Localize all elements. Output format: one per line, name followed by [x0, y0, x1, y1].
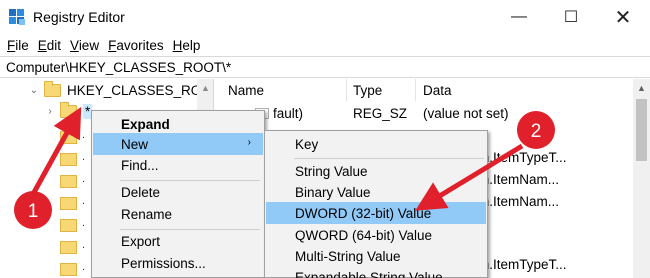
folder-icon	[60, 263, 77, 276]
submenu-item-binary-value[interactable]: Binary Value	[266, 181, 486, 203]
menu-file[interactable]: File	[7, 38, 29, 53]
submenu-item-qword-value[interactable]: QWORD (64-bit) Value	[266, 224, 486, 246]
menu-item-new[interactable]: New ›	[93, 133, 263, 155]
folder-icon	[60, 131, 77, 144]
folder-icon	[44, 80, 61, 97]
menu-bar: File Edit View Favorites Help	[0, 34, 650, 56]
value-type: REG_SZ	[353, 106, 408, 121]
folder-icon	[60, 197, 77, 210]
menu-help[interactable]: Help	[173, 38, 201, 53]
menu-item-label: New	[121, 136, 149, 152]
new-submenu: Key String Value Binary Value DWORD (32-…	[264, 130, 488, 278]
value-data: m.ItemNam...	[478, 172, 560, 187]
column-divider[interactable]	[415, 79, 416, 101]
tree-item-label: .	[82, 195, 86, 207]
context-menu: Expand New › Find... Delete Rename Expor…	[91, 110, 265, 278]
column-divider[interactable]	[346, 79, 347, 101]
submenu-item-dword-value[interactable]: DWORD (32-bit) Value	[266, 202, 486, 224]
tree-item-label: .	[82, 151, 86, 163]
tree-item-label: .	[82, 217, 86, 229]
value-data: m.ItemNam...	[478, 194, 560, 209]
title-bar: Registry Editor — ☐ ✕	[0, 0, 650, 34]
submenu-arrow-icon: ›	[247, 137, 251, 148]
menu-item-rename[interactable]: Rename	[93, 203, 263, 225]
minimize-button[interactable]: —	[496, 0, 542, 34]
collapse-icon[interactable]: ⌄	[28, 85, 40, 96]
scroll-up-icon[interactable]: ▲	[201, 83, 210, 93]
column-header-name[interactable]: Name	[228, 79, 264, 101]
tree-item-asterisk[interactable]: › *	[44, 100, 93, 122]
value-name: fault)	[273, 106, 304, 121]
menu-item-permissions[interactable]: Permissions...	[93, 252, 263, 274]
menu-edit[interactable]: Edit	[38, 38, 61, 53]
values-scrollbar[interactable]: ▲	[633, 79, 650, 278]
column-header-data[interactable]: Data	[423, 79, 452, 101]
window-title: Registry Editor	[33, 9, 125, 25]
address-bar[interactable]: Computer\HKEY_CLASSES_ROOT\*	[0, 56, 650, 78]
folder-icon	[60, 153, 77, 166]
folder-icon	[60, 241, 77, 254]
column-header-type[interactable]: Type	[353, 79, 382, 101]
maximize-button[interactable]: ☐	[548, 0, 594, 34]
value-data: (value not set)	[423, 106, 509, 121]
value-data: m.ItemTypeT...	[478, 150, 567, 165]
value-data: m.ItemTypeT...	[478, 257, 567, 272]
menu-separator	[294, 158, 484, 159]
expand-icon[interactable]: ›	[44, 106, 56, 117]
tree-item-label: .	[82, 173, 86, 185]
scrollbar-thumb[interactable]	[636, 99, 647, 161]
submenu-item-key[interactable]: Key	[266, 133, 486, 155]
tree-item-label: .	[82, 129, 86, 141]
tree-item-label: HKEY_CLASSES_ROOT	[67, 82, 214, 98]
tree-item-label: .	[82, 239, 86, 251]
submenu-item-string-value[interactable]: String Value	[266, 160, 486, 182]
menu-item-expand[interactable]: Expand	[93, 113, 263, 135]
folder-icon	[60, 101, 77, 118]
folder-icon	[60, 175, 77, 188]
registry-editor-icon	[9, 9, 25, 25]
tree-item-label: .	[82, 261, 86, 273]
menu-item-find[interactable]: Find...	[93, 154, 263, 176]
menu-favorites[interactable]: Favorites	[108, 38, 164, 53]
menu-item-delete[interactable]: Delete	[93, 181, 263, 203]
folder-icon	[60, 219, 77, 232]
scroll-up-icon[interactable]: ▲	[637, 83, 646, 93]
menu-item-export[interactable]: Export	[93, 230, 263, 252]
close-button[interactable]: ✕	[600, 0, 646, 34]
menu-view[interactable]: View	[70, 38, 99, 53]
submenu-item-multi-string-value[interactable]: Multi-String Value	[266, 245, 486, 267]
submenu-item-expandable-string-value[interactable]: Expandable String Value	[266, 266, 486, 278]
tree-item-hkey-classes-root[interactable]: ⌄ HKEY_CLASSES_ROOT	[28, 79, 214, 101]
